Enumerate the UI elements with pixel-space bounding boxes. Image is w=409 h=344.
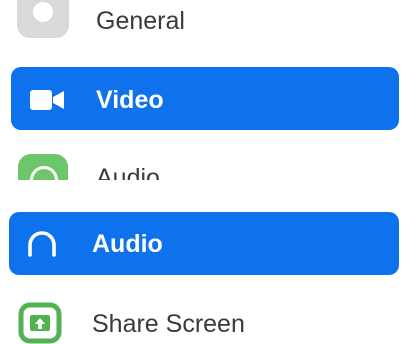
sidebar-item-label: Video [96, 86, 164, 114]
sidebar-item-share-screen[interactable]: Share Screen [92, 312, 245, 337]
sidebar-item-audio[interactable]: Audio [0, 150, 409, 180]
sidebar-item-general[interactable]: General [0, 0, 409, 52]
audio-icon [18, 154, 68, 180]
sidebar-item-label: General [96, 7, 185, 35]
share-screen-icon [18, 302, 62, 344]
sidebar-item-label: Audio [96, 164, 160, 181]
headphones-icon [28, 231, 56, 257]
sidebar-item-label: Audio [92, 230, 163, 258]
settings-sidebar: General Video Audio Audio Share Screen [0, 0, 409, 344]
gear-icon [17, 0, 69, 38]
sidebar-item-audio-selected[interactable] [9, 212, 399, 275]
sidebar-item-video[interactable] [11, 67, 399, 130]
camera-icon [30, 90, 64, 110]
